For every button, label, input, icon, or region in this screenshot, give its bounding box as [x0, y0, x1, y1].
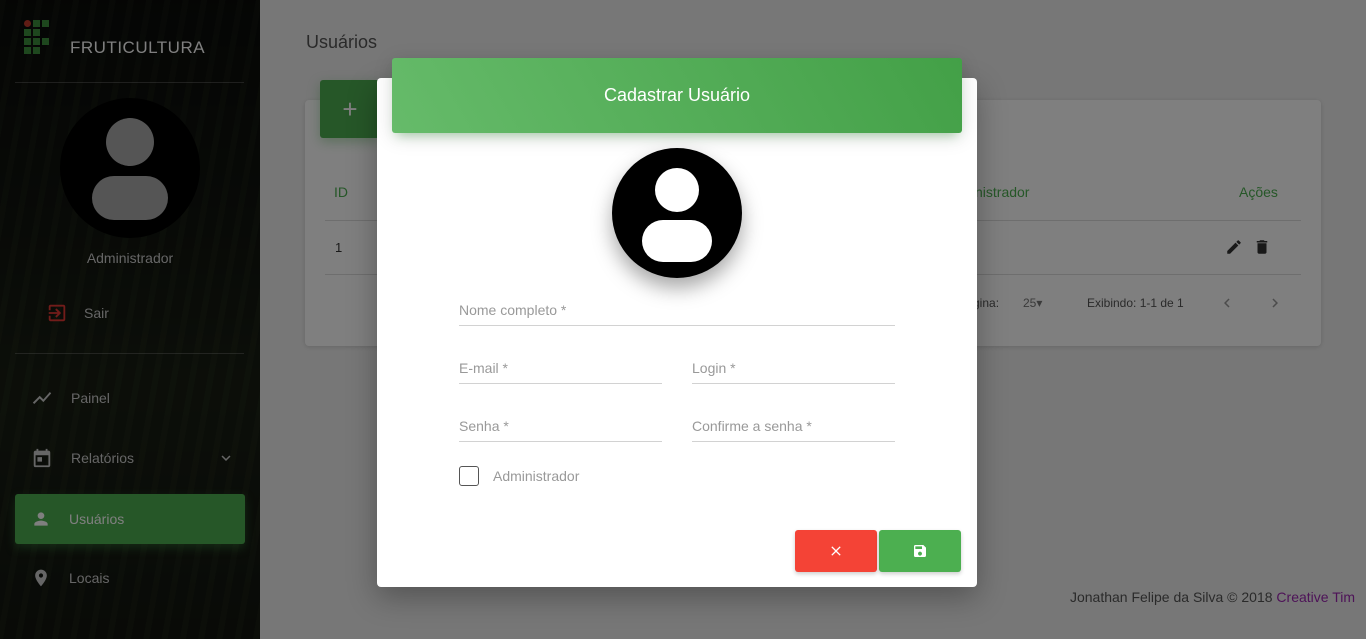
email-input[interactable] [459, 354, 662, 376]
login-field[interactable] [692, 354, 895, 384]
full-name-field[interactable] [459, 296, 895, 326]
email-field[interactable] [459, 354, 662, 384]
save-button[interactable] [879, 530, 961, 572]
admin-checkbox-label[interactable]: Administrador [493, 468, 579, 484]
save-icon [914, 545, 926, 557]
confirm-password-input[interactable] [692, 412, 895, 434]
login-input[interactable] [692, 354, 895, 376]
avatar-upload[interactable] [612, 148, 742, 278]
register-user-dialog: Cadastrar Usuário Administrador [377, 58, 977, 587]
close-icon [831, 546, 841, 556]
dialog-title: Cadastrar Usuário [392, 58, 962, 133]
confirm-password-field[interactable] [692, 412, 895, 442]
cancel-button[interactable] [795, 530, 877, 572]
password-input[interactable] [459, 412, 662, 434]
full-name-input[interactable] [459, 296, 895, 318]
admin-checkbox[interactable] [459, 466, 479, 486]
password-field[interactable] [459, 412, 662, 442]
